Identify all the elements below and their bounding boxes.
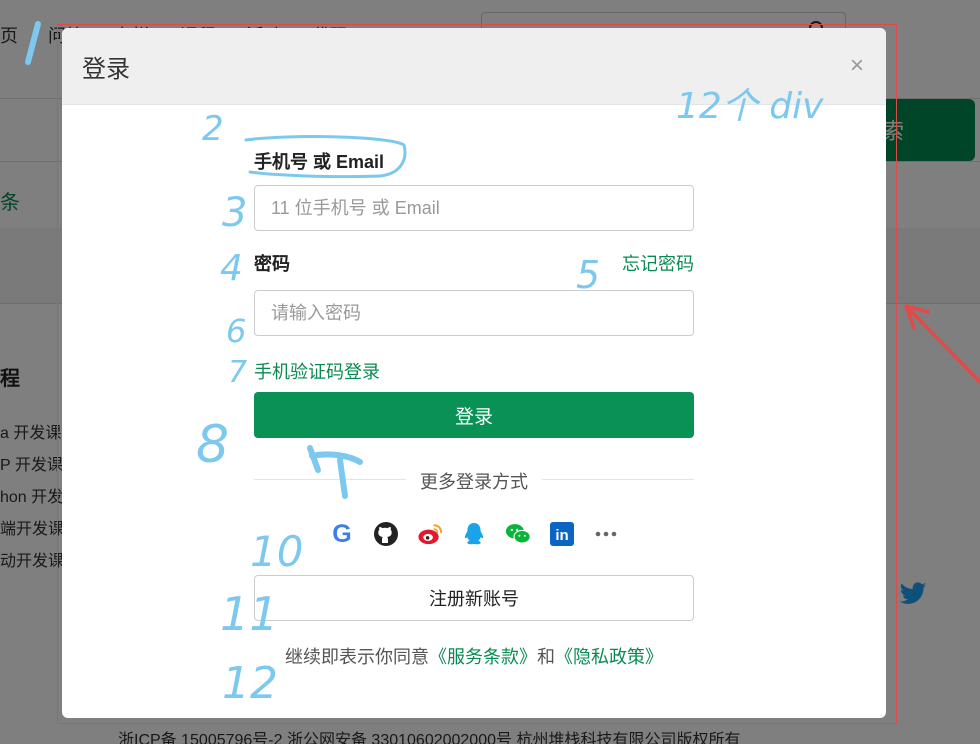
terms-of-service-link[interactable]: 《服务条款》: [429, 647, 537, 667]
password-label: 密码: [254, 254, 290, 274]
more-icon[interactable]: [593, 521, 620, 548]
modal-header: 登录 ×: [62, 28, 886, 105]
linkedin-icon[interactable]: in: [549, 521, 576, 548]
more-methods-label: 更多登录方式: [406, 472, 542, 492]
register-button[interactable]: 注册新账号: [254, 575, 694, 621]
terms-prefix: 继续即表示你同意: [285, 647, 429, 667]
social-login-row: G in: [254, 519, 694, 549]
svg-text:G: G: [332, 521, 351, 547]
privacy-policy-link[interactable]: 《隐私政策》: [555, 647, 663, 667]
terms-notice: 继续即表示你同意《服务条款》和《隐私政策》: [254, 643, 694, 669]
login-button[interactable]: 登录: [254, 392, 694, 438]
qq-icon[interactable]: [461, 521, 488, 548]
close-icon[interactable]: ×: [850, 52, 864, 80]
sms-login-link[interactable]: 手机验证码登录: [254, 362, 380, 382]
password-input[interactable]: [254, 290, 694, 336]
github-icon[interactable]: [373, 521, 400, 548]
account-input[interactable]: [254, 185, 694, 231]
forgot-password-link[interactable]: 忘记密码: [622, 250, 694, 276]
more-methods-divider: 更多登录方式: [254, 468, 694, 492]
wechat-icon[interactable]: [505, 521, 532, 548]
google-icon[interactable]: G: [329, 521, 356, 548]
terms-and: 和: [537, 647, 555, 667]
weibo-icon[interactable]: [417, 521, 444, 548]
sms-login-row: 手机验证码登录: [254, 358, 694, 382]
password-label-row: 密码 忘记密码: [254, 251, 694, 275]
svg-text:in: in: [555, 527, 568, 544]
account-label: 手机号 或 Email: [254, 152, 385, 172]
login-modal: 登录 × 手机号 或 Email 密码 忘记密码 手机验证码登录 登录 更多登录…: [62, 28, 886, 718]
login-form: 手机号 或 Email 密码 忘记密码 手机验证码登录 登录 更多登录方式 G: [254, 144, 694, 669]
modal-title: 登录: [82, 55, 130, 83]
